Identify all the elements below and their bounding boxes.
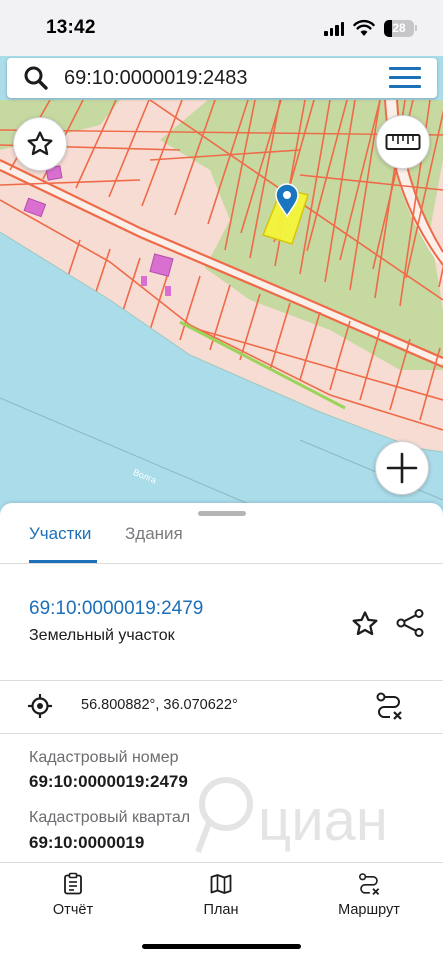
wifi-icon	[353, 19, 375, 36]
nav-plan[interactable]: План	[166, 870, 276, 926]
nav-report[interactable]: Отчёт	[18, 870, 128, 926]
cadastral-block-value: 69:10:0000019	[29, 833, 145, 852]
star-icon	[27, 131, 53, 156]
divider	[0, 733, 443, 734]
parcel-type: Земельный участок	[29, 627, 175, 644]
location-target-icon	[28, 694, 52, 718]
zoom-in-button[interactable]	[375, 441, 429, 495]
cadastral-number-value: 69:10:0000019:2479	[29, 772, 188, 791]
favorite-map-button[interactable]	[13, 117, 67, 171]
search-input[interactable]	[64, 58, 374, 98]
measure-button[interactable]	[376, 115, 430, 169]
divider	[0, 862, 443, 863]
cadastral-number-label: Кадастровый номер	[29, 749, 179, 766]
battery-icon: 28	[384, 20, 414, 37]
search-icon[interactable]	[23, 65, 49, 91]
coordinates-text[interactable]: 56.800882°, 36.070622°	[81, 697, 238, 713]
search-bar[interactable]	[7, 58, 437, 98]
route-icon[interactable]	[374, 691, 404, 721]
nav-route[interactable]: Маршрут	[314, 870, 424, 926]
nav-report-label: Отчёт	[52, 902, 94, 918]
status-time: 13:42	[46, 17, 96, 38]
ruler-icon	[385, 134, 421, 150]
favorite-star-icon[interactable]	[350, 609, 380, 639]
nav-plan-label: План	[203, 902, 239, 918]
tab-buildings[interactable]: Здания	[125, 524, 183, 544]
route-icon	[359, 873, 380, 896]
status-bar: 13:42 28	[0, 0, 443, 56]
cian-watermark-logo: циан	[195, 777, 388, 854]
building	[141, 276, 147, 286]
share-icon[interactable]	[394, 607, 426, 639]
plus-icon	[386, 452, 418, 484]
svg-text:циан: циан	[258, 788, 388, 853]
divider	[0, 680, 443, 681]
building	[165, 286, 171, 296]
divider	[0, 563, 443, 564]
nav-route-label: Маршрут	[338, 902, 400, 918]
parcel-number-link[interactable]: 69:10:0000019:2479	[29, 598, 203, 620]
sheet-drag-handle[interactable]	[198, 511, 246, 516]
report-icon	[64, 872, 82, 895]
cadastral-block-label: Кадастровый квартал	[29, 809, 191, 826]
battery-tip	[415, 25, 417, 31]
cellular-signal-icon	[324, 22, 344, 36]
battery-percent: 28	[392, 21, 406, 35]
tab-plots[interactable]: Участки	[29, 524, 91, 544]
home-indicator	[142, 944, 301, 949]
map-icon	[210, 874, 232, 894]
hamburger-menu-icon[interactable]	[389, 67, 421, 89]
